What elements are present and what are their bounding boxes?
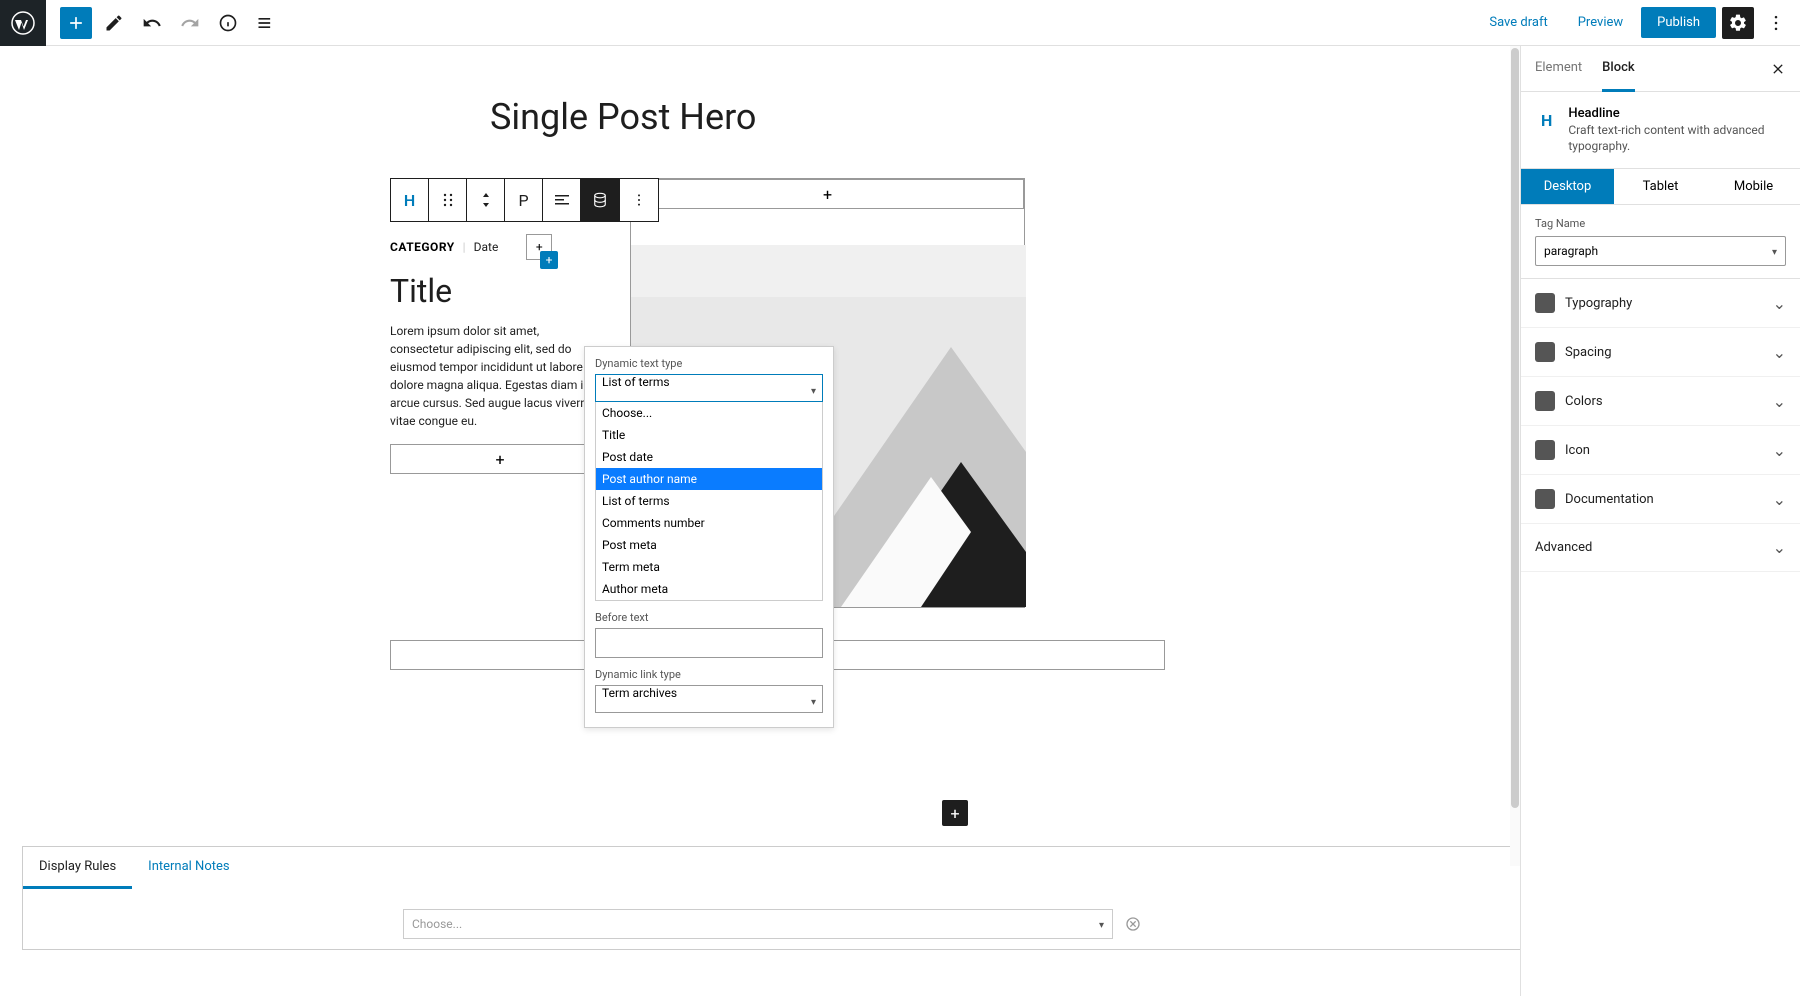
align-icon[interactable] (543, 179, 581, 221)
tag-name-select[interactable]: paragraph (1535, 236, 1786, 266)
spacing-icon (1535, 342, 1555, 362)
dynamic-text-type-dropdown: Choose... Title Post date Post author na… (595, 402, 823, 601)
top-toolbar-left (0, 0, 282, 46)
editor-canvas: Single Post Hero H P CATEGORY (0, 46, 1520, 996)
accordion-typography[interactable]: Typography ⌄ (1521, 279, 1800, 328)
move-updown-icon[interactable] (467, 179, 505, 221)
option-term-meta[interactable]: Term meta (596, 556, 822, 578)
bottom-panel: Display Rules Internal Notes Choose... (22, 846, 1520, 950)
preview-button[interactable]: Preview (1566, 9, 1635, 36)
colors-icon (1535, 391, 1555, 411)
chevron-down-icon (811, 694, 816, 708)
bottom-content: Choose... (23, 889, 1520, 949)
chevron-down-icon: ⌄ (1773, 490, 1786, 509)
block-type-icon[interactable]: H (391, 179, 429, 221)
chevron-down-icon: ⌄ (1773, 294, 1786, 313)
block-name: Headline (1568, 106, 1786, 121)
wordpress-logo[interactable] (0, 0, 46, 46)
block-toolbar: H P (390, 178, 659, 222)
chevron-down-icon: ⌄ (1773, 441, 1786, 460)
editor-scrollbar[interactable] (1510, 46, 1520, 866)
meta-row: CATEGORY | Date + (390, 234, 610, 260)
accordion-documentation[interactable]: Documentation ⌄ (1521, 475, 1800, 524)
edit-mode-icon[interactable] (98, 7, 130, 39)
main-area: Single Post Hero H P CATEGORY (0, 46, 1800, 996)
add-above-right-button[interactable]: + (631, 179, 1024, 209)
hero-columns: H P CATEGORY | Date + + (390, 178, 1520, 608)
top-toolbar-right: Save draft Preview Publish (1477, 7, 1792, 39)
option-comments-number[interactable]: Comments number (596, 512, 822, 534)
settings-sidebar: Element Block H Headline Craft text-rich… (1520, 46, 1800, 996)
tab-display-rules[interactable]: Display Rules (23, 847, 132, 889)
post-title[interactable]: Title (390, 272, 610, 310)
chevron-down-icon: ⌄ (1773, 343, 1786, 362)
device-tabs: Desktop Tablet Mobile (1521, 169, 1800, 205)
tab-internal-notes[interactable]: Internal Notes (132, 847, 245, 889)
headline-icon: H (1535, 106, 1558, 134)
page-title[interactable]: Single Post Hero (0, 46, 1520, 138)
dynamic-link-type-label: Dynamic link type (595, 668, 823, 681)
display-rule-select[interactable]: Choose... (403, 909, 1113, 939)
add-block-button[interactable] (60, 7, 92, 39)
lorem-text[interactable]: Lorem ipsum dolor sit amet, consectetur … (390, 322, 600, 430)
save-draft-button[interactable]: Save draft (1477, 9, 1559, 36)
paragraph-tag-icon[interactable]: P (505, 179, 543, 221)
insert-block-button[interactable]: + (540, 251, 558, 269)
undo-icon[interactable] (136, 7, 168, 39)
option-choose[interactable]: Choose... (596, 402, 822, 424)
block-description: Craft text-rich content with advanced ty… (1568, 123, 1786, 154)
typography-icon (1535, 293, 1555, 313)
sidebar-tabs: Element Block (1521, 46, 1800, 92)
block-header: H Headline Craft text-rich content with … (1521, 92, 1800, 169)
option-title[interactable]: Title (596, 424, 822, 446)
option-list-of-terms[interactable]: List of terms (596, 490, 822, 512)
accordion-spacing[interactable]: Spacing ⌄ (1521, 328, 1800, 377)
add-block-main-button[interactable]: + (942, 800, 968, 826)
remove-rule-icon[interactable] (1125, 916, 1141, 932)
chevron-down-icon (811, 383, 816, 397)
icon-icon (1535, 440, 1555, 460)
dynamic-data-popover: Dynamic text type List of terms Choose..… (584, 346, 834, 728)
info-icon[interactable] (212, 7, 244, 39)
tab-mobile[interactable]: Mobile (1707, 169, 1800, 204)
option-post-author-name[interactable]: Post author name (596, 468, 822, 490)
top-toolbar: Save draft Preview Publish (0, 0, 1800, 46)
option-post-date[interactable]: Post date (596, 446, 822, 468)
tab-element[interactable]: Element (1535, 46, 1582, 91)
chevron-down-icon (1772, 244, 1777, 258)
dynamic-text-type-label: Dynamic text type (595, 357, 823, 370)
drag-handle-icon[interactable] (429, 179, 467, 221)
block-more-icon[interactable] (620, 179, 658, 221)
option-post-meta[interactable]: Post meta (596, 534, 822, 556)
chevron-down-icon (1099, 917, 1104, 931)
settings-button[interactable] (1722, 7, 1754, 39)
category-text[interactable]: CATEGORY (390, 240, 455, 254)
tag-name-label: Tag Name (1535, 217, 1786, 230)
tag-name-field: Tag Name paragraph (1521, 205, 1800, 279)
date-text[interactable]: Date (474, 240, 499, 254)
dynamic-link-type-select[interactable]: Term archives (595, 685, 823, 713)
chevron-down-icon: ⌄ (1773, 538, 1786, 557)
add-below-left-button[interactable]: + (390, 444, 610, 474)
more-options-icon[interactable] (1760, 7, 1792, 39)
close-sidebar-icon[interactable] (1770, 61, 1786, 77)
before-text-input[interactable] (595, 628, 823, 658)
dynamic-data-icon[interactable] (581, 179, 620, 221)
before-text-label: Before text (595, 611, 823, 624)
bottom-tabs: Display Rules Internal Notes (23, 847, 1520, 889)
tab-desktop[interactable]: Desktop (1521, 169, 1614, 204)
accordion-icon[interactable]: Icon ⌄ (1521, 426, 1800, 475)
redo-icon[interactable] (174, 7, 206, 39)
publish-button[interactable]: Publish (1641, 7, 1716, 38)
list-view-icon[interactable] (250, 7, 282, 39)
option-author-meta[interactable]: Author meta (596, 578, 822, 600)
documentation-icon (1535, 489, 1555, 509)
dynamic-text-type-select[interactable]: List of terms (595, 374, 823, 402)
tab-block[interactable]: Block (1602, 46, 1634, 92)
accordion-advanced[interactable]: Advanced ⌄ (1521, 524, 1800, 572)
chevron-down-icon: ⌄ (1773, 392, 1786, 411)
tab-tablet[interactable]: Tablet (1614, 169, 1707, 204)
hero-column-left: H P CATEGORY | Date + + (390, 178, 610, 608)
accordion-colors[interactable]: Colors ⌄ (1521, 377, 1800, 426)
